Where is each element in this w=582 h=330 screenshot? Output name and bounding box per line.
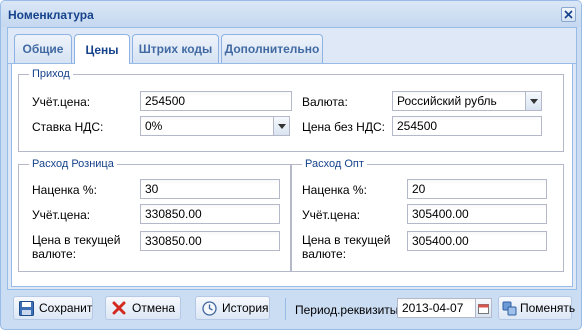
income-legend: Приход	[29, 68, 73, 80]
income-price-label: Учёт.цена:	[32, 95, 91, 109]
tab-additional[interactable]: Дополнительно	[221, 34, 323, 63]
vat-rate-value: 0%	[145, 119, 163, 133]
history-button[interactable]: История	[195, 296, 270, 320]
wholesale-markup-label: Наценка %:	[302, 183, 367, 197]
period-label: Период.реквизиты:	[295, 303, 402, 317]
change-button[interactable]: Поменять	[498, 296, 576, 320]
wholesale-current-price-input[interactable]: 305400.00	[407, 231, 547, 251]
close-button[interactable]	[561, 7, 576, 22]
title-bar[interactable]: Номенклатура	[1, 1, 581, 27]
price-without-vat-input[interactable]: 254500	[392, 116, 542, 136]
retail-current-price-label-line1: Цена в текущей	[32, 233, 121, 247]
wholesale-markup-input[interactable]: 20	[407, 179, 547, 199]
price-without-vat-label: Цена без НДС:	[302, 120, 385, 134]
tab-label: Штрих коды	[138, 42, 213, 56]
retail-markup-label: Наценка %:	[32, 183, 97, 197]
period-date-value: 2013-04-07	[402, 301, 464, 315]
retail-price-input[interactable]: 330850.00	[140, 204, 280, 224]
period-date-field[interactable]: 2013-04-07	[397, 298, 492, 318]
retail-fieldset: Расход Розница Наценка %: 30 Учёт.цена: …	[18, 158, 291, 272]
cancel-label: Отмена	[132, 301, 176, 315]
tab-strip: Общие Цены Штрих коды Дополнительно	[8, 28, 576, 64]
vat-rate-label: Ставка НДС:	[32, 120, 104, 134]
wholesale-price-label: Учёт.цена:	[302, 208, 361, 222]
tab-barcodes[interactable]: Штрих коды	[132, 34, 219, 63]
wholesale-legend: Расход Опт	[302, 158, 367, 170]
retail-current-price-label-line2: валюте:	[32, 247, 77, 261]
retail-legend: Расход Розница	[29, 158, 117, 170]
prices-tab-content: Приход Учёт.цена: 254500 Ставка НДС: 0% …	[11, 64, 573, 287]
wholesale-current-price-label-line2: валюте:	[302, 247, 347, 261]
footer-toolbar: Сохранит Отмена История Период.реквизиты…	[1, 290, 581, 329]
date-picker-trigger[interactable]	[475, 298, 492, 318]
clock-icon	[201, 300, 217, 316]
currency-value: Российский рубль	[397, 94, 497, 108]
retail-markup-input[interactable]: 30	[140, 179, 280, 199]
calendar-icon	[478, 303, 489, 314]
tab-label: Общие	[22, 42, 64, 56]
wholesale-fieldset: Расход Опт Наценка %: 20 Учёт.цена: 3054…	[291, 158, 564, 272]
window-title: Номенклатура	[8, 8, 94, 22]
income-fieldset: Приход Учёт.цена: 254500 Ставка НДС: 0% …	[18, 68, 564, 152]
save-button[interactable]: Сохранит	[13, 296, 93, 320]
change-label: Поменять	[520, 301, 576, 315]
tab-prices[interactable]: Цены	[74, 34, 130, 64]
tab-label: Цены	[85, 42, 119, 57]
nomenclature-window: Номенклатура Общие Цены Штрих коды Допол…	[0, 0, 582, 330]
currency-label: Валюта:	[302, 95, 348, 109]
history-label: История	[222, 301, 269, 315]
vat-rate-combo[interactable]: 0%	[140, 116, 290, 136]
save-label: Сохранит	[39, 301, 93, 315]
tab-general[interactable]: Общие	[14, 34, 72, 63]
tab-label: Дополнительно	[224, 42, 320, 56]
chevron-down-icon	[529, 98, 538, 104]
income-price-input[interactable]: 254500	[140, 91, 292, 111]
swap-icon	[502, 300, 517, 316]
cancel-icon	[111, 300, 127, 316]
cancel-button[interactable]: Отмена	[105, 296, 181, 320]
floppy-disk-icon	[19, 300, 34, 316]
currency-dropdown-trigger[interactable]	[525, 91, 542, 111]
chevron-down-icon	[277, 123, 286, 129]
retail-current-price-input[interactable]: 330850.00	[140, 231, 280, 251]
vat-rate-dropdown-trigger[interactable]	[273, 116, 290, 136]
wholesale-current-price-label-line1: Цена в текущей	[302, 233, 391, 247]
retail-price-label: Учёт.цена:	[32, 208, 91, 222]
wholesale-price-input[interactable]: 305400.00	[407, 204, 547, 224]
dialog-body: Общие Цены Штрих коды Дополнительно Прих…	[7, 27, 577, 290]
close-icon	[564, 10, 573, 19]
toolbar-separator	[285, 298, 286, 320]
currency-combo[interactable]: Российский рубль	[392, 91, 542, 111]
